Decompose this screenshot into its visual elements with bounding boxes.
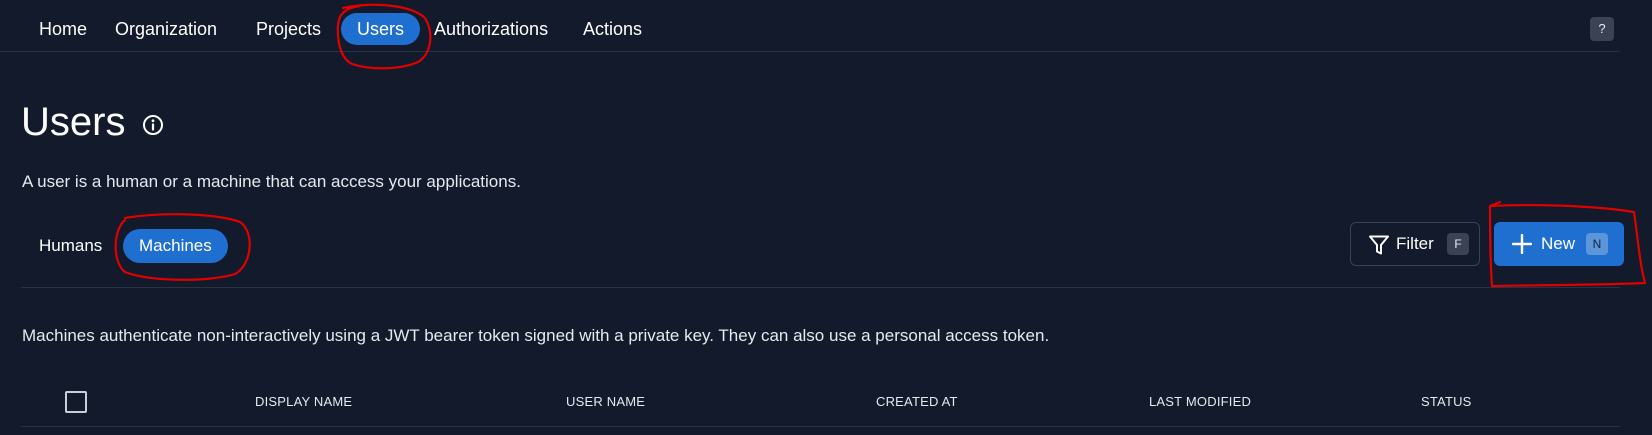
select-all-checkbox[interactable] (65, 391, 87, 413)
new-shortcut-badge: N (1586, 233, 1608, 255)
new-button-label: New (1541, 234, 1576, 253)
filter-button-label: Filter (1396, 234, 1434, 253)
page-title: Users (21, 100, 126, 144)
column-header-user-name[interactable]: USER NAME (566, 394, 645, 409)
filter-button[interactable]: Filter F (1350, 222, 1480, 266)
tab-machines[interactable]: Machines (123, 229, 228, 263)
new-button[interactable]: New N (1494, 222, 1624, 266)
help-button[interactable]: ? (1590, 17, 1614, 41)
info-circle-icon[interactable] (142, 114, 164, 136)
column-header-last-modified[interactable]: LAST MODIFIED (1149, 394, 1251, 409)
tab-humans[interactable]: Humans (23, 229, 118, 263)
column-header-display-name[interactable]: DISPLAY NAME (255, 394, 352, 409)
nav-item-organization[interactable]: Organization (99, 13, 233, 45)
nav-item-authorizations[interactable]: Authorizations (418, 13, 564, 45)
nav-item-actions[interactable]: Actions (567, 13, 658, 45)
filter-shortcut-badge: F (1447, 233, 1469, 255)
page-description: A user is a human or a machine that can … (22, 172, 521, 191)
nav-item-users[interactable]: Users (341, 13, 421, 45)
column-header-created-at[interactable]: CREATED AT (876, 394, 958, 409)
nav-item-home[interactable]: Home (23, 13, 103, 45)
red-annotation-overlay (114, 3, 1647, 288)
machines-description: Machines authenticate non-interactively … (22, 326, 1050, 345)
table-header: DISPLAY NAME USER NAME CREATED AT LAST M… (21, 385, 1620, 427)
funnel-icon (1369, 235, 1389, 255)
nav-item-projects[interactable]: Projects (240, 13, 337, 45)
plus-icon (1512, 234, 1532, 254)
column-header-status[interactable]: STATUS (1421, 394, 1472, 409)
top-navigation: Home Organization Projects Users Authori… (0, 0, 1620, 52)
section-divider (21, 287, 1620, 288)
